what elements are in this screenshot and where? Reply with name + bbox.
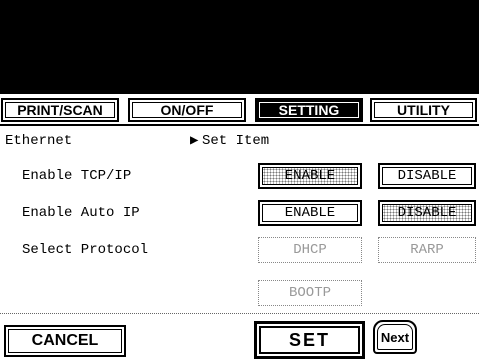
tcpip-disable-label: DISABLE [397,168,457,184]
set-label: SET [288,329,330,350]
tab-utility[interactable]: UTILITY [370,98,477,122]
next-button[interactable]: Next [373,320,417,354]
label-enable-auto-ip: Enable Auto IP [22,205,140,221]
breadcrumb-item: Set Item [202,133,270,149]
next-label: Next [380,329,410,345]
tab-on-off[interactable]: ON/OFF [128,98,246,122]
set-button[interactable]: SET [254,321,365,359]
tab-utility-label: UTILITY [397,102,450,118]
display-header-area [0,0,479,94]
tab-divider [0,124,479,126]
protocol-bootp-label: BOOTP [288,285,331,301]
protocol-rarp-label: RARP [410,242,444,258]
tab-print-scan[interactable]: PRINT/SCAN [1,98,119,122]
protocol-dhcp-button[interactable]: DHCP [258,237,362,263]
autoip-enable-label: ENABLE [284,205,336,221]
tab-on-off-label: ON/OFF [160,102,214,118]
label-select-protocol: Select Protocol [22,242,149,258]
tcpip-disable-button[interactable]: DISABLE [378,163,476,189]
breadcrumb-section: Ethernet [5,133,73,149]
autoip-disable-label: DISABLE [397,205,457,221]
tab-setting-label: SETTING [278,102,340,118]
label-enable-tcpip: Enable TCP/IP [22,168,132,184]
tab-setting[interactable]: SETTING [255,98,363,122]
cancel-label: CANCEL [31,332,99,349]
cancel-button[interactable]: CANCEL [4,325,126,357]
autoip-disable-button[interactable]: DISABLE [378,200,476,226]
protocol-dhcp-label: DHCP [293,242,327,258]
tcpip-enable-button[interactable]: ENABLE [258,163,362,189]
footer-divider [0,313,479,314]
autoip-enable-button[interactable]: ENABLE [258,200,362,226]
breadcrumb-arrow-icon: ▶ [190,133,199,149]
tcpip-enable-label: ENABLE [284,168,336,184]
tab-print-scan-label: PRINT/SCAN [17,102,103,118]
protocol-rarp-button[interactable]: RARP [378,237,476,263]
protocol-bootp-button[interactable]: BOOTP [258,280,362,306]
